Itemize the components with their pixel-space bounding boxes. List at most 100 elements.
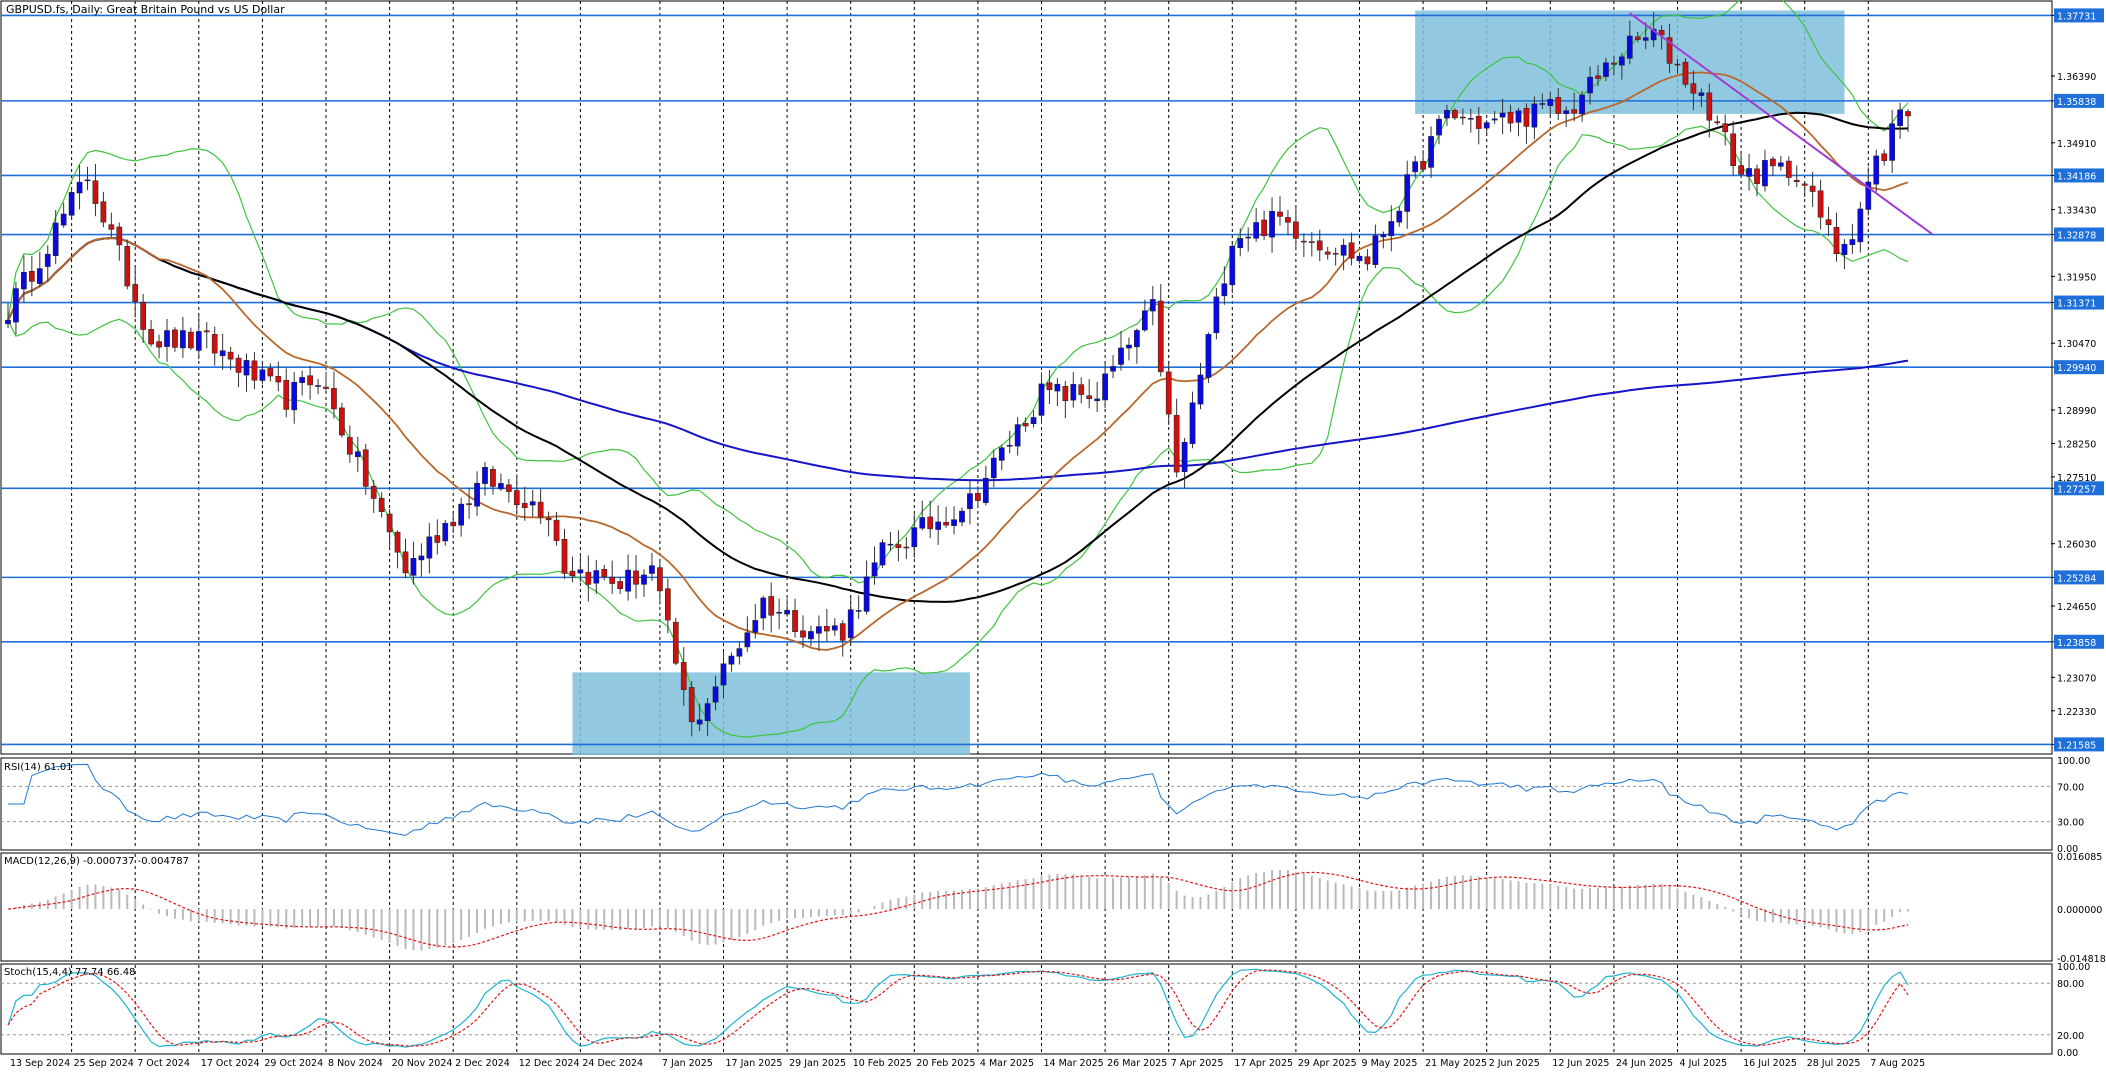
bearish-candle-body (362, 449, 369, 487)
candle (68, 187, 75, 220)
bearish-candle-body (1785, 160, 1792, 178)
bullish-candle-body (871, 562, 878, 577)
bearish-candle-body (331, 388, 337, 410)
stoch-tick-label: 0.00 (2057, 1048, 2078, 1059)
price-tick-label: 1.36390 (2057, 72, 2096, 83)
bullish-candle-body (736, 648, 743, 657)
bearish-candle-body (1062, 386, 1069, 402)
bearish-candle-body (768, 596, 775, 616)
bearish-candle-body (545, 517, 552, 521)
bullish-candle-body (784, 609, 790, 615)
bullish-candle-body (1483, 122, 1490, 129)
bullish-candle-body (1110, 366, 1116, 372)
bearish-candle-body (100, 201, 107, 223)
date-tick-label: 17 Jan 2025 (726, 1058, 783, 1069)
bullish-candle-body (299, 377, 305, 383)
date-tick-label: 25 Sep 2024 (74, 1058, 134, 1069)
bullish-candle-body (180, 330, 186, 349)
bearish-candle-body (148, 329, 154, 345)
stoch-tick-label: 80.00 (2057, 979, 2084, 990)
bullish-candle-body (1563, 110, 1570, 114)
bearish-candle-body (1086, 395, 1093, 399)
price-tick-label: 1.33430 (2057, 206, 2096, 217)
bullish-candle-body (641, 574, 647, 585)
bearish-candle-body (307, 375, 313, 386)
bearish-candle-body (513, 490, 520, 505)
price-tick-label: 1.24650 (2057, 602, 2096, 613)
bullish-candle-body (831, 625, 838, 631)
bullish-candle-body (13, 288, 19, 323)
bearish-candle-body (466, 503, 472, 505)
bearish-candle-body (211, 334, 218, 354)
bullish-candle-body (728, 655, 735, 665)
rsi-tick-label: 70.00 (2057, 782, 2084, 793)
bullish-candle-body (474, 483, 480, 507)
rsi-label: RSI(14) 61.01 (4, 762, 73, 773)
bullish-candle-body (1269, 211, 1275, 238)
bullish-candle-body (1841, 243, 1848, 255)
bearish-candle-body (1833, 226, 1840, 255)
bullish-candle-body (1873, 155, 1880, 185)
rsi-tick-label: 30.00 (2057, 818, 2084, 829)
bearish-candle-body (1046, 382, 1053, 390)
bullish-candle-body (44, 253, 51, 267)
stoch-tick-label: 20.00 (2057, 1031, 2084, 1042)
bullish-candle-body (1197, 374, 1204, 405)
bearish-candle-body (1364, 256, 1371, 265)
bullish-candle-body (1006, 445, 1013, 447)
date-tick-label: 20 Feb 2025 (916, 1058, 975, 1069)
chart-title: GBPUSD.fs, Daily: Great Britain Pound vs… (6, 3, 285, 16)
level-price-label: 1.37731 (2057, 11, 2096, 22)
bearish-candle-body (1905, 111, 1911, 117)
date-tick-label: 17 Apr 2025 (1234, 1058, 1293, 1069)
bullish-candle-body (1491, 118, 1498, 121)
bullish-candle-body (855, 610, 862, 612)
bullish-candle-body (426, 536, 433, 559)
bullish-candle-body (1340, 244, 1347, 256)
bearish-candle-body (1611, 62, 1617, 65)
rsi-tick-label: 100.00 (2057, 756, 2090, 767)
bullish-candle-body (1436, 118, 1442, 136)
bullish-candle-body (1014, 424, 1021, 447)
bullish-candle-body (1189, 402, 1196, 444)
bearish-candle-body (116, 226, 123, 246)
bullish-candle-body (1428, 136, 1434, 168)
bullish-candle-body (164, 330, 170, 347)
candle (1205, 332, 1212, 384)
bearish-candle-body (1555, 97, 1562, 114)
bullish-candle-body (1642, 37, 1649, 41)
bearish-candle-body (672, 621, 679, 664)
date-tick-label: 14 Mar 2025 (1044, 1058, 1104, 1069)
bullish-candle-body (704, 703, 711, 722)
bullish-candle-body (36, 268, 43, 284)
bearish-candle-body (657, 567, 663, 592)
bullish-candle-body (1253, 222, 1260, 239)
bullish-candle-body (593, 570, 600, 584)
bullish-candle-body (1579, 94, 1585, 115)
bullish-candle-body (1245, 236, 1252, 239)
bearish-candle-body (1261, 219, 1267, 236)
bearish-candle-body (140, 301, 147, 330)
bearish-candle-body (1801, 183, 1808, 186)
bearish-candle-body (1165, 371, 1172, 415)
bullish-candle-body (696, 719, 703, 725)
bearish-candle-body (394, 531, 401, 553)
bullish-candle-body (1070, 384, 1077, 401)
bearish-candle-body (585, 571, 592, 585)
bearish-candle-body (347, 437, 353, 455)
date-tick-label: 2 Dec 2024 (455, 1058, 510, 1069)
bearish-candle-body (235, 357, 242, 373)
level-price-label: 1.23858 (2057, 638, 2096, 649)
bearish-candle-body (1324, 251, 1331, 255)
bearish-candle-body (156, 341, 162, 348)
bearish-candle-body (1452, 110, 1458, 119)
price-tick-label: 1.22330 (2057, 707, 2096, 718)
bullish-candle-body (649, 565, 655, 574)
bullish-candle-body (1396, 210, 1403, 223)
bullish-candle-body (1857, 208, 1864, 243)
date-tick-label: 9 May 2025 (1362, 1058, 1418, 1069)
bullish-candle-body (863, 576, 870, 612)
bearish-candle-body (1730, 133, 1737, 166)
bearish-candle-body (1722, 123, 1729, 133)
bearish-candle-body (1706, 92, 1713, 121)
